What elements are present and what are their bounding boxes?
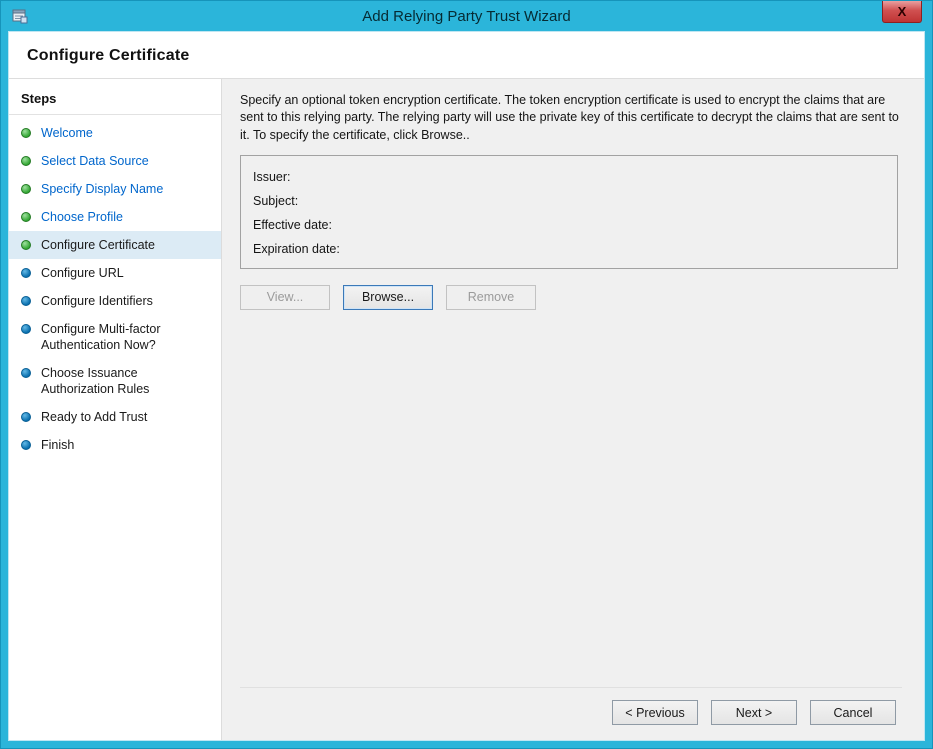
step-label: Select Data Source [41, 153, 213, 169]
step-finish: Finish [9, 431, 221, 459]
cert-field-subject: Subject: [253, 189, 885, 213]
steps-sidebar: Steps Welcome Select Data Source Specify… [9, 79, 222, 740]
step-label: Configure Identifiers [41, 293, 213, 309]
step-done-dot [21, 212, 31, 222]
wizard-body: Steps Welcome Select Data Source Specify… [9, 79, 924, 740]
remove-button: Remove [446, 285, 536, 310]
view-button: View... [240, 285, 330, 310]
step-label: Configure URL [41, 265, 213, 281]
cancel-button[interactable]: Cancel [810, 700, 896, 725]
step-done-dot [21, 128, 31, 138]
wizard-window: Add Relying Party Trust Wizard X Configu… [0, 0, 933, 749]
step-configure-url: Configure URL [9, 259, 221, 287]
instructions-text: Specify an optional token encryption cer… [240, 92, 902, 144]
cert-field-label: Subject: [253, 192, 363, 210]
step-label: Finish [41, 437, 213, 453]
step-select-data-source[interactable]: Select Data Source [9, 147, 221, 175]
step-configure-mfa: Configure Multi-factor Authentication No… [9, 315, 221, 359]
main-panel: Specify an optional token encryption cer… [222, 79, 924, 740]
close-button[interactable]: X [882, 1, 922, 23]
cert-field-label: Issuer: [253, 168, 363, 186]
cert-field-expiration-date: Expiration date: [253, 237, 885, 261]
cert-field-value [363, 168, 885, 186]
step-pending-dot [21, 412, 31, 422]
step-done-dot [21, 240, 31, 250]
step-specify-display-name[interactable]: Specify Display Name [9, 175, 221, 203]
step-done-dot [21, 156, 31, 166]
page-title: Configure Certificate [27, 47, 906, 65]
browse-button[interactable]: Browse... [343, 285, 433, 310]
step-welcome[interactable]: Welcome [9, 119, 221, 147]
cert-field-value [363, 216, 885, 234]
step-label: Configure Multi-factor Authentication No… [41, 321, 213, 353]
step-pending-dot [21, 440, 31, 450]
cert-field-label: Effective date: [253, 216, 363, 234]
steps-title: Steps [9, 85, 221, 115]
window-title: Add Relying Party Trust Wizard [8, 8, 925, 25]
step-pending-dot [21, 324, 31, 334]
window-frame: Configure Certificate Steps Welcome Sele… [8, 31, 925, 741]
step-label: Configure Certificate [41, 237, 213, 253]
step-ready-to-add-trust: Ready to Add Trust [9, 403, 221, 431]
cert-field-issuer: Issuer: [253, 165, 885, 189]
cert-field-value [363, 192, 885, 210]
previous-button[interactable]: < Previous [612, 700, 698, 725]
next-button[interactable]: Next > [711, 700, 797, 725]
step-configure-identifiers: Configure Identifiers [9, 287, 221, 315]
step-label: Specify Display Name [41, 181, 213, 197]
certificate-actions: View... Browse... Remove [240, 285, 902, 310]
cert-field-value [363, 240, 885, 258]
step-label: Welcome [41, 125, 213, 141]
step-pending-dot [21, 296, 31, 306]
step-label: Choose Issuance Authorization Rules [41, 365, 213, 397]
certificate-details-box: Issuer: Subject: Effective date: Expirat… [240, 155, 898, 269]
step-done-dot [21, 184, 31, 194]
page-header: Configure Certificate [9, 32, 924, 79]
titlebar: Add Relying Party Trust Wizard X [8, 1, 925, 31]
step-pending-dot [21, 268, 31, 278]
step-configure-certificate: Configure Certificate [9, 231, 221, 259]
cert-field-label: Expiration date: [253, 240, 363, 258]
step-choose-profile[interactable]: Choose Profile [9, 203, 221, 231]
step-pending-dot [21, 368, 31, 378]
cert-field-effective-date: Effective date: [253, 213, 885, 237]
step-choose-issuance-rules: Choose Issuance Authorization Rules [9, 359, 221, 403]
step-label: Ready to Add Trust [41, 409, 213, 425]
step-label: Choose Profile [41, 209, 213, 225]
wizard-footer: < Previous Next > Cancel [240, 687, 902, 740]
